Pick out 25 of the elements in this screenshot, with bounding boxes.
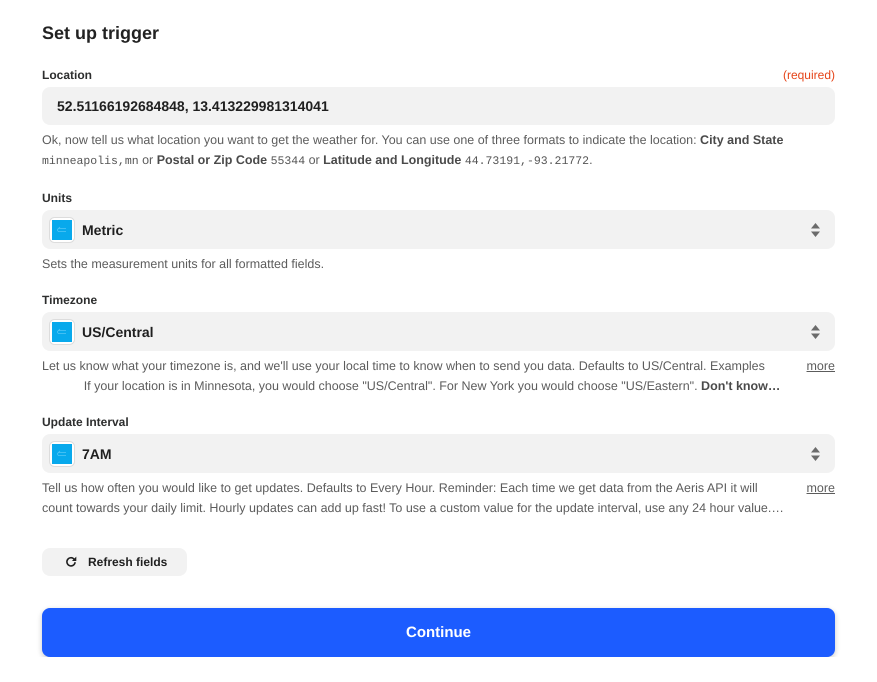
- sort-caret-icon: [811, 446, 820, 460]
- field-label: Units: [42, 190, 72, 206]
- page-title: Set up trigger: [42, 22, 160, 45]
- field-label: Timezone: [42, 292, 98, 308]
- refresh-icon: [65, 556, 77, 568]
- more-link[interactable]: more: [806, 356, 835, 376]
- field-label: Update Interval: [42, 414, 129, 430]
- sort-caret-icon: [811, 324, 820, 338]
- help-text: Sets the measurement units for all formatted fields.: [42, 256, 326, 273]
- dropdown-field[interactable]: 7AM: [42, 434, 835, 473]
- text-input-field[interactable]: 52.51166192684848, 13.413229981314041: [42, 87, 835, 125]
- refresh-button[interactable]: Refresh fields: [42, 548, 188, 576]
- dropdown-field[interactable]: US/Central: [42, 312, 835, 351]
- app-logo-icon: [49, 216, 75, 242]
- dropdown-field[interactable]: Metric: [42, 210, 835, 249]
- required-note: (required): [782, 67, 835, 83]
- continue-button[interactable]: Continue: [42, 608, 835, 657]
- sort-caret-icon: [811, 222, 820, 236]
- field-label: Location: [42, 67, 92, 83]
- more-link[interactable]: more: [806, 478, 835, 498]
- help-text: Ok, now tell us what location you want to get the weather for. You can use one of three formats to indicate the location: City and State minneapolis,mn or Postal or Zip Code 55344 or Latitude and Longitude 44.73191,-93.21772.: [42, 132, 784, 170]
- app-logo-icon: [49, 440, 75, 466]
- help-text: Let us know what your timezone is, and we'll use your local time to know when to send you data. Defaults to US/Central. Examples If your location is in Minnesota, you would choose "US/Central". For New York you would choose "US/Eastern". Don't know…: [42, 358, 782, 395]
- help-text: Tell us how often you would like to get updates. Defaults to Every Hour. Reminder: Each time we get data from the Aeris API it will count towards your daily limit. Hourly updates can add up fast! To use a custom value for the update interval, use any 24 hour value.…: [42, 480, 785, 517]
- app-logo-icon: [49, 318, 75, 344]
